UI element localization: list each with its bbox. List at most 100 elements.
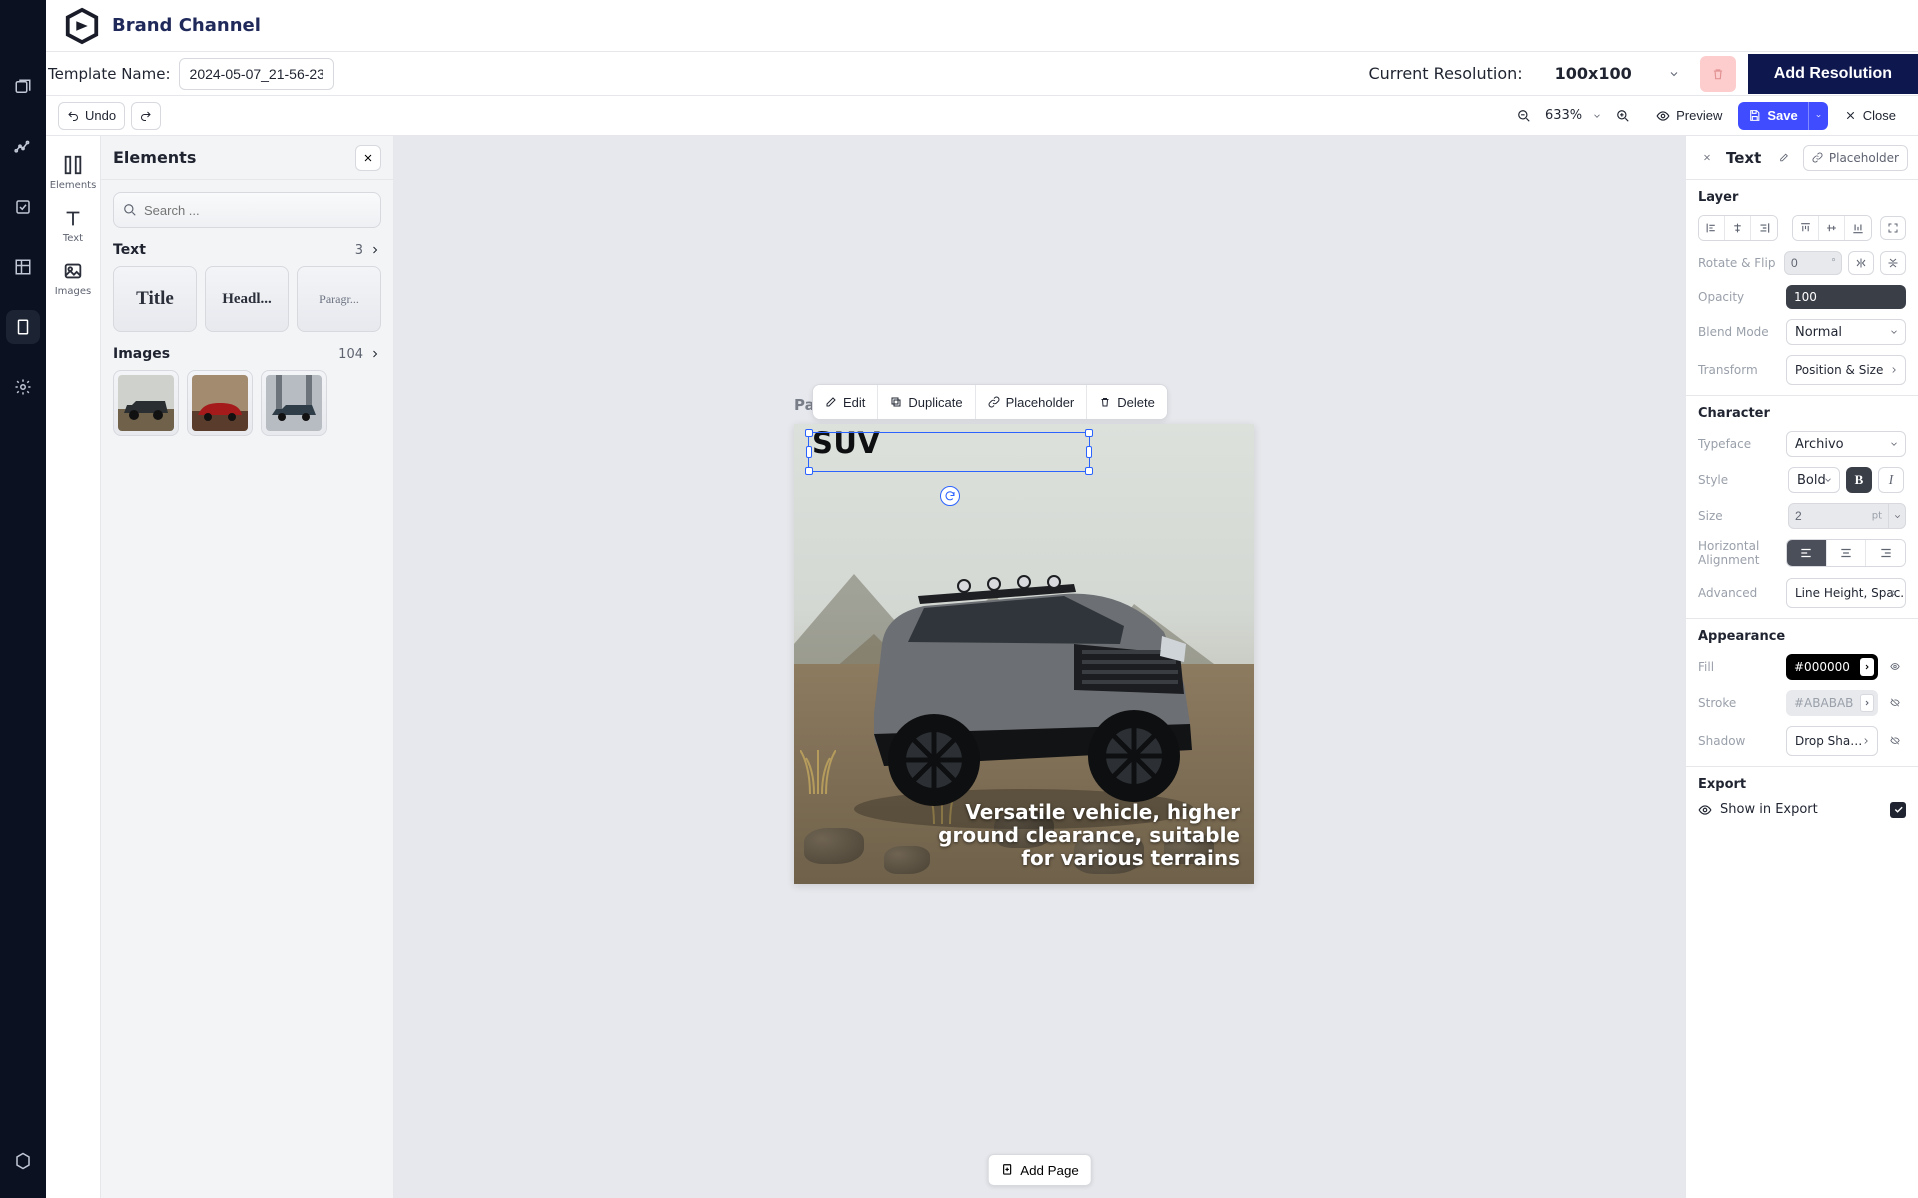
zoom-value: 633% <box>1545 108 1582 123</box>
hexagon-icon <box>14 1152 32 1170</box>
align-bottom-button[interactable] <box>1845 216 1871 240</box>
elements-search-input[interactable] <box>113 192 381 228</box>
zoom-in-button[interactable] <box>1606 102 1640 130</box>
tool-strip: Elements Text Images <box>46 136 101 1198</box>
fit-screen-button[interactable] <box>1880 216 1906 240</box>
align-vcenter-button[interactable] <box>1819 216 1845 240</box>
rotate-field[interactable]: ° <box>1784 251 1842 275</box>
check-icon <box>1893 804 1904 815</box>
page-title-text[interactable]: SUV <box>812 426 880 460</box>
align-hcenter-button[interactable] <box>1725 216 1751 240</box>
chevron-down-icon[interactable] <box>1592 111 1602 121</box>
elements-panel-close-button[interactable] <box>355 145 381 171</box>
tool-text[interactable]: Text <box>49 199 97 252</box>
rotation-handle[interactable] <box>940 486 960 506</box>
align-left-button[interactable] <box>1699 216 1725 240</box>
add-page-button[interactable]: Add Page <box>987 1154 1092 1186</box>
template-name-input[interactable] <box>179 58 334 90</box>
typeface-dropdown[interactable]: Archivo <box>1786 431 1906 457</box>
font-size-dropdown[interactable] <box>1888 503 1906 529</box>
elements-search[interactable] <box>113 192 381 228</box>
text-align-center-button[interactable] <box>1827 540 1867 566</box>
resolution-dropdown[interactable]: 100x100 <box>1541 56 1694 92</box>
rail-item-tasks[interactable] <box>6 190 40 224</box>
canvas-area[interactable]: Pa Edit Duplicate Placeholder Delete <box>394 136 1685 1198</box>
page-artboard[interactable]: SUV Versatile vehicle, higher ground cle… <box>794 424 1254 884</box>
rotate-icon <box>944 490 956 502</box>
stroke-visibility-toggle[interactable] <box>1884 692 1906 714</box>
font-style-dropdown[interactable]: Bold <box>1788 467 1840 493</box>
image-tiles <box>113 370 381 436</box>
vehicle-illustration <box>824 534 1224 834</box>
shadow-expand[interactable]: Drop Shadow <box>1786 726 1878 756</box>
chevron-right-icon <box>369 348 381 360</box>
rail-item-settings[interactable] <box>6 370 40 404</box>
image-tile-3[interactable] <box>261 370 327 436</box>
fill-color[interactable]: #000000 <box>1786 654 1878 680</box>
image-tile-1[interactable] <box>113 370 179 436</box>
zoom-out-button[interactable] <box>1507 102 1541 130</box>
ctx-duplicate-button[interactable]: Duplicate <box>878 385 975 419</box>
tasks-icon <box>14 198 32 216</box>
text-center-icon <box>1839 546 1853 560</box>
chevron-down-icon <box>1823 475 1833 485</box>
opacity-slider[interactable]: 100 <box>1786 285 1906 309</box>
tile-paragraph[interactable]: Paragr... <box>297 266 381 332</box>
inspector-rename-button[interactable] <box>1773 147 1795 169</box>
save-dropdown-button[interactable] <box>1808 102 1828 130</box>
inspector: Text Placeholder Layer <box>1685 136 1918 1198</box>
font-size-field[interactable]: pt <box>1788 503 1906 529</box>
close-button[interactable]: Close <box>1834 102 1906 130</box>
delete-resolution-button[interactable] <box>1700 56 1736 92</box>
flip-horizontal-button[interactable] <box>1848 251 1874 275</box>
section-character: Character Typeface Archivo Style Bold <box>1686 396 1918 619</box>
page-icon <box>14 318 32 336</box>
text-align-right-button[interactable] <box>1866 540 1905 566</box>
rail-item-page[interactable] <box>6 310 40 344</box>
rail-item-grid[interactable] <box>6 250 40 284</box>
add-resolution-button[interactable]: Add Resolution <box>1748 54 1918 94</box>
thumb-sedan-icon <box>266 375 322 431</box>
stroke-color[interactable]: #ABABAB <box>1786 690 1878 716</box>
ctx-edit-button[interactable]: Edit <box>813 385 878 419</box>
tool-images[interactable]: Images <box>49 252 97 305</box>
image-tile-2[interactable] <box>187 370 253 436</box>
tile-headline[interactable]: Headl... <box>205 266 289 332</box>
rail-item-analytics[interactable] <box>6 130 40 164</box>
ctx-placeholder-button[interactable]: Placeholder <box>976 385 1088 419</box>
ctx-delete-button[interactable]: Delete <box>1087 385 1167 419</box>
undo-button[interactable]: Undo <box>58 102 125 130</box>
text-section-header[interactable]: Text 3 <box>113 242 381 258</box>
rail-item-library[interactable] <box>6 70 40 104</box>
tool-elements[interactable]: Elements <box>49 146 97 199</box>
placeholder-pill[interactable]: Placeholder <box>1803 145 1908 171</box>
bold-toggle[interactable]: B <box>1846 467 1872 493</box>
fill-expand[interactable] <box>1860 658 1874 676</box>
fill-visibility-toggle[interactable] <box>1884 656 1906 678</box>
flip-vertical-button[interactable] <box>1880 251 1906 275</box>
align-left-icon <box>1705 221 1718 235</box>
shadow-visibility-toggle[interactable] <box>1884 730 1906 752</box>
stroke-expand[interactable] <box>1860 694 1874 712</box>
expand-icon <box>1887 222 1899 234</box>
redo-button[interactable] <box>131 102 161 130</box>
add-page-icon <box>1000 1163 1014 1177</box>
align-top-button[interactable] <box>1793 216 1819 240</box>
tile-title[interactable]: Title <box>113 266 197 332</box>
rail-item-brand[interactable] <box>6 1144 40 1178</box>
align-right-button[interactable] <box>1751 216 1777 240</box>
show-in-export-checkbox[interactable] <box>1890 802 1906 818</box>
transform-expand[interactable]: Position & Size <box>1786 355 1906 385</box>
preview-button[interactable]: Preview <box>1646 102 1732 130</box>
page-description-text[interactable]: Versatile vehicle, higher ground clearan… <box>900 801 1240 870</box>
images-section-header[interactable]: Images 104 <box>113 346 381 362</box>
text-align-left-button[interactable] <box>1787 540 1827 566</box>
inspector-close-button[interactable] <box>1696 147 1718 169</box>
app-rail <box>0 0 46 1198</box>
save-button[interactable]: Save <box>1738 102 1807 130</box>
topbar: Template Name: Current Resolution: 100x1… <box>46 52 1918 96</box>
advanced-expand[interactable]: Line Height, Spac... <box>1786 578 1906 608</box>
align-top-icon <box>1799 221 1812 235</box>
italic-toggle[interactable]: I <box>1878 467 1904 493</box>
blend-mode-dropdown[interactable]: Normal <box>1786 319 1906 345</box>
